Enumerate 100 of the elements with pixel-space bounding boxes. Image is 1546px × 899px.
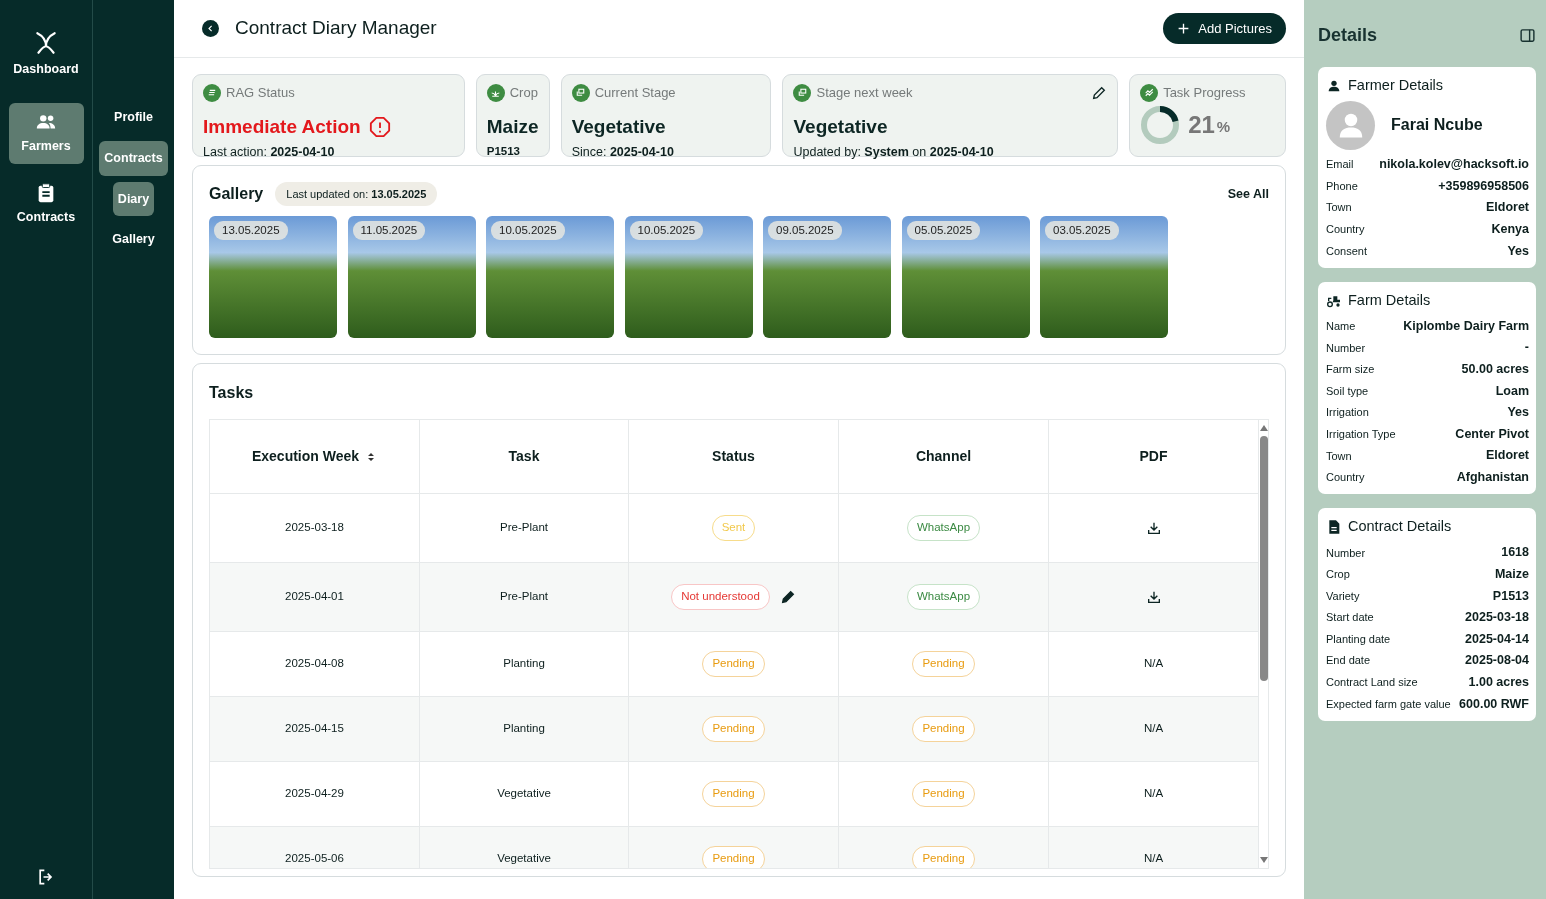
photo-placeholder[interactable]: 13.05.2025 (209, 216, 337, 338)
nav-item[interactable]: Contracts (8, 173, 84, 235)
photo-placeholder[interactable]: 10.05.2025 (624, 216, 753, 338)
percent-unit: % (1216, 117, 1231, 138)
photo-placeholder[interactable]: 03.05.2025 (1040, 216, 1168, 338)
field-label: Variety (1326, 588, 1360, 604)
subnav-item[interactable]: Contracts (99, 140, 168, 176)
card-subtext: Updated by: System on 2025-04-10 (793, 144, 995, 161)
field-value: 50.00 acres (1461, 361, 1529, 379)
field-label: Planting date (1326, 631, 1391, 647)
field-value: 1618 (1501, 544, 1529, 562)
field-label: Irrigation (1326, 405, 1369, 421)
field-label: Number (1326, 340, 1366, 356)
table-cell: 2025-04-15 (210, 697, 420, 762)
scroll-up-icon[interactable] (1259, 424, 1268, 432)
field-label: Phone (1326, 178, 1358, 194)
channel-pill: Pending (912, 716, 975, 742)
card-label: RAG Status (226, 84, 295, 102)
date-label: 11.05.2025 (352, 221, 426, 241)
subnav-item[interactable]: Diary (112, 181, 155, 217)
layers-icon (793, 83, 812, 102)
leaf-logo-icon (33, 30, 59, 56)
section-title: Tasks (209, 383, 255, 403)
date-label: 09.05.2025 (768, 221, 842, 241)
field-label: Expected farm gate value (1326, 696, 1451, 712)
plus-icon (1177, 22, 1191, 35)
photo-placeholder[interactable]: 10.05.2025 (486, 216, 614, 338)
scroll-down-icon[interactable] (1259, 856, 1268, 864)
status-pill: Sent (711, 515, 756, 541)
add-pictures-button[interactable]: Add Pictures (1163, 12, 1286, 45)
field-label: Start date (1326, 610, 1374, 626)
field-label: Crop (1326, 567, 1350, 583)
table-cell: 2025-05-06 (210, 827, 420, 868)
subnav-item[interactable]: Profile (109, 100, 158, 135)
photo-placeholder[interactable]: 09.05.2025 (763, 216, 891, 338)
status-pill: Pending (702, 846, 765, 868)
nav-item[interactable]: Dashboard (8, 22, 84, 87)
table-cell: Vegetative (420, 827, 629, 868)
table-cell-text: N/A (1143, 851, 1164, 867)
table-cell: Planting (420, 697, 629, 762)
field-label: Farm size (1326, 362, 1375, 378)
status-pill: Pending (702, 651, 765, 677)
layers-icon (571, 83, 590, 102)
field-value: Kiplombe Dairy Farm (1403, 317, 1529, 335)
field-label: Soil type (1326, 383, 1369, 399)
card-value: Maize (486, 114, 539, 139)
subnav-item[interactable]: Gallery (107, 222, 160, 257)
field-value: Eldoret (1485, 447, 1529, 465)
card-value: Vegetative (571, 114, 667, 139)
back-button[interactable] (202, 20, 219, 37)
status-pill: Not understood (671, 584, 770, 610)
date-label: 13.05.2025 (214, 221, 288, 241)
field-value: 600.00 RWF (1459, 695, 1529, 713)
field-label: Email (1326, 157, 1354, 173)
channel-pill: Pending (912, 781, 975, 807)
column-header: PDF (1049, 420, 1259, 494)
field-value: 2025-03-18 (1465, 609, 1529, 627)
field-label: Town (1326, 200, 1352, 216)
field-label: Name (1326, 319, 1356, 334)
see-all-link[interactable]: See All (1227, 184, 1269, 204)
field-label: Country (1326, 222, 1365, 238)
column-header: Status (629, 420, 839, 494)
card-value: Immediate Action (203, 114, 361, 139)
date-label: 05.05.2025 (906, 221, 981, 241)
field-value: P1513 (1492, 587, 1529, 605)
panel-toggle-icon[interactable] (1519, 27, 1536, 44)
field-value: - (1524, 339, 1529, 357)
photo-placeholder[interactable]: 11.05.2025 (347, 216, 476, 338)
column-header[interactable]: Execution Week (210, 420, 420, 494)
card-value: Vegetative (793, 114, 889, 139)
field-value: Afghanistan (1456, 469, 1529, 487)
photo-placeholder[interactable]: 05.05.2025 (901, 216, 1030, 338)
card-label: Current Stage (594, 84, 676, 102)
status-pill: Pending (702, 781, 765, 807)
download-icon[interactable] (1145, 520, 1162, 536)
field-label: Number (1326, 545, 1366, 561)
farmer-name: Farai Ncube (1391, 115, 1483, 136)
card-subtext: P1513 (486, 144, 521, 159)
card-subtext: Since: 2025-04-10 (571, 144, 675, 161)
trend-icon (1140, 83, 1159, 102)
field-value: 2025-08-04 (1465, 652, 1529, 670)
card-title: Farm Details (1348, 290, 1431, 310)
field-value: Eldoret (1485, 199, 1529, 217)
card-label: Stage next week (816, 84, 913, 102)
panel-title: Details (1318, 24, 1378, 47)
field-label: Country (1326, 470, 1365, 486)
document-icon (1326, 519, 1342, 536)
card-label: Crop (509, 84, 538, 102)
table-cell-text: N/A (1143, 656, 1164, 672)
pencil-icon[interactable] (1091, 84, 1108, 101)
channel-pill: Pending (912, 846, 975, 868)
scroll-thumb[interactable] (1260, 436, 1268, 681)
field-value: nikola.kolev@hacksoft.io (1379, 156, 1529, 174)
download-icon[interactable] (1145, 589, 1162, 605)
nav-item[interactable]: Farmers (8, 102, 84, 164)
column-header: Task (420, 420, 629, 494)
pencil-icon[interactable] (779, 589, 796, 605)
column-header: Channel (839, 420, 1049, 494)
card-label: Task Progress (1163, 84, 1246, 102)
card-title: Farmer Details (1348, 76, 1444, 95)
